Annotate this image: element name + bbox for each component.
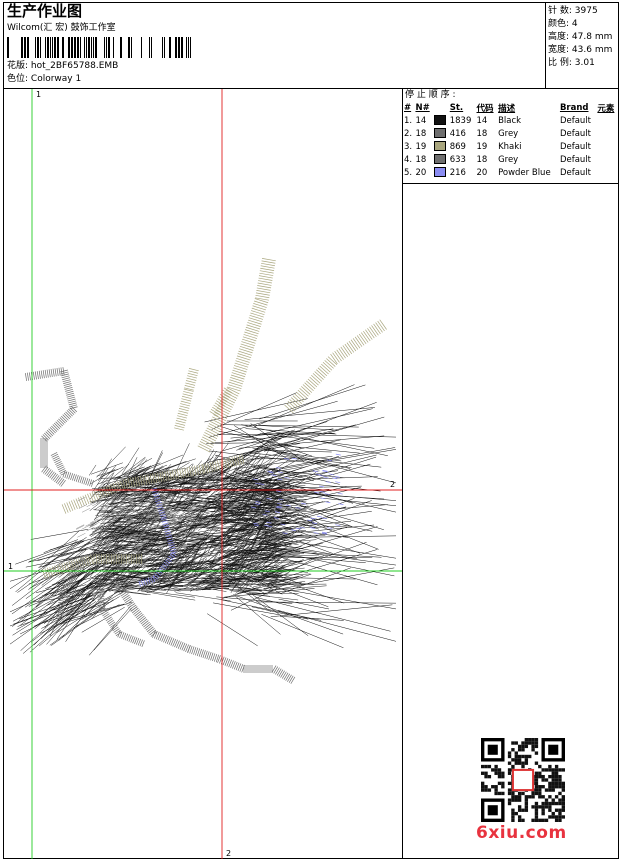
row-needle: 14 (415, 115, 427, 126)
row-swatch (433, 114, 449, 127)
legend-bottom-line (402, 183, 619, 184)
row-code: 19 (476, 141, 488, 152)
row-needle: 19 (415, 141, 427, 152)
design-line: 花版: hot_2BF65788.EMB (7, 61, 118, 72)
row-stitches: 216 (449, 167, 466, 178)
row-swatch (433, 153, 449, 166)
row-element (596, 153, 618, 166)
guide-label-green-h: 1 (8, 562, 13, 571)
row-index: 3. (404, 141, 413, 152)
row-swatch (433, 140, 449, 153)
color-swatch (433, 154, 446, 165)
row-index: 1. (404, 115, 413, 126)
row-description: Grey (498, 154, 519, 165)
row-brand: Default (559, 167, 591, 178)
row-brand: Default (559, 128, 591, 139)
row-code: 18 (476, 154, 488, 165)
barcode (7, 37, 191, 58)
row-brand: Default (559, 115, 591, 126)
row-needle: 18 (415, 128, 427, 139)
row-index: 5. (404, 167, 413, 178)
row-swatch (433, 166, 449, 179)
table-row: 3. 19 869 19 Khaki Default (403, 140, 618, 153)
row-swatch (433, 127, 449, 140)
row-code: 20 (476, 167, 488, 178)
qr-code (481, 738, 565, 822)
row-description: Black (498, 115, 522, 126)
row-description: Powder Blue (498, 167, 551, 178)
design-file: hot_2BF65788.EMB (30, 61, 119, 71)
guide-label-green-v: 1 (36, 90, 41, 99)
design-label: 花版: (7, 61, 29, 71)
table-row: 4. 18 633 18 Grey Default (403, 153, 618, 166)
color-swatch (433, 167, 446, 178)
stat-scale: 比 例: 3.01 (548, 58, 595, 68)
row-brand: Default (559, 154, 591, 165)
row-needle: 20 (415, 167, 427, 178)
studio-subtitle: Wilcom(汇 宏) 鼓饰工作室 (7, 23, 116, 33)
row-index: 2. (404, 128, 413, 139)
row-code: 18 (476, 128, 488, 139)
table-row: 5. 20 216 20 Powder Blue Default (403, 166, 618, 179)
row-stitches: 633 (449, 154, 466, 165)
guide-label-red-v: 2 (226, 849, 231, 858)
guide-label-red-h: 2 (390, 480, 395, 489)
row-stitches: 416 (449, 128, 466, 139)
row-element (596, 140, 618, 153)
stat-height: 高度: 47.8 mm (548, 32, 613, 42)
colorway-line: 色位: Colorway 1 (7, 74, 81, 85)
row-code: 14 (476, 115, 488, 126)
panel-divider (402, 89, 403, 859)
stat-stitches: 针 数: 3975 (548, 6, 598, 16)
watermark-logo: 6xiu.com (476, 823, 567, 843)
row-description: Khaki (498, 141, 522, 152)
legend-header-row: # N# St. 代码 描述 Brand 元素 (404, 102, 615, 114)
row-element (596, 166, 618, 179)
row-index: 4. (404, 154, 413, 165)
stat-width: 宽度: 43.6 mm (548, 45, 613, 55)
color-swatch (433, 141, 446, 152)
row-needle: 18 (415, 154, 427, 165)
stop-sequence-table: # N# St. 代码 描述 Brand 元素 1. 14 1839 14 Black D… (403, 101, 618, 179)
row-brand: Default (559, 141, 591, 152)
stats-divider (545, 2, 546, 89)
row-stitches: 1839 (449, 115, 472, 126)
table-row: 1. 14 1839 14 Black Default (403, 114, 618, 127)
color-swatch (433, 128, 446, 139)
row-stitches: 869 (449, 141, 466, 152)
table-row: 2. 18 416 18 Grey Default (403, 127, 618, 140)
row-description: Grey (498, 128, 519, 139)
row-element (596, 114, 618, 127)
stop-sequence-title: 停 止 顺 序 : (405, 90, 456, 100)
colorway-value: Colorway 1 (30, 74, 82, 84)
row-element (596, 127, 618, 140)
colorway-label: 色位: (7, 74, 29, 84)
embroidery-preview: 1 1 2 2 (4, 89, 402, 859)
page-title: 生产作业图 (7, 2, 83, 20)
stat-colors: 颜色: 4 (548, 19, 578, 29)
color-swatch (433, 115, 446, 126)
